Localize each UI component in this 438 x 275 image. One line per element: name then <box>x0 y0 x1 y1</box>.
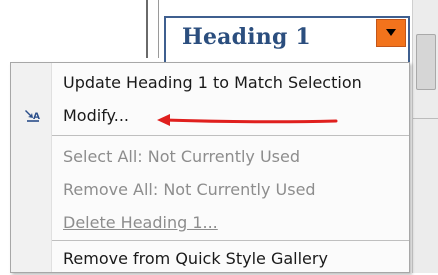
vertical-scrollbar[interactable] <box>412 0 438 273</box>
style-tile-label: Heading 1 <box>182 24 311 50</box>
menu-item-label: Update Heading 1 to Match Selection <box>63 73 362 92</box>
pane-divider <box>146 0 148 58</box>
chevron-down-icon <box>386 29 396 36</box>
menu-item-select-all[interactable]: Select All: Not Currently Used <box>11 141 409 173</box>
menu-separator <box>52 240 409 241</box>
scrollbar-divider <box>413 118 438 119</box>
pane-divider-secondary <box>158 0 159 58</box>
style-context-menu: Update Heading 1 to Match Selection A Mo… <box>10 62 410 273</box>
menu-item-delete-style[interactable]: Delete Heading 1... <box>11 207 409 239</box>
annotation-arrow <box>157 114 338 126</box>
menu-separator <box>52 135 409 136</box>
menu-item-label: Remove from Quick Style Gallery <box>63 249 328 268</box>
style-dropdown-button[interactable] <box>376 19 406 47</box>
scrollbar-thumb[interactable] <box>416 34 436 90</box>
menu-item-label: Select All: Not Currently Used <box>63 147 301 166</box>
menu-item-label: Modify... <box>63 106 129 125</box>
menu-item-label: Delete Heading 1... <box>63 213 218 232</box>
menu-item-label: Remove All: Not Currently Used <box>63 180 316 199</box>
menu-item-update-to-match[interactable]: Update Heading 1 to Match Selection <box>11 67 409 99</box>
menu-item-remove-all[interactable]: Remove All: Not Currently Used <box>11 174 409 206</box>
style-tile-heading-1[interactable]: Heading 1 <box>164 16 410 64</box>
menu-item-remove-from-gallery[interactable]: Remove from Quick Style Gallery <box>11 243 409 275</box>
svg-text:A: A <box>33 112 40 122</box>
modify-style-icon: A <box>25 110 40 122</box>
